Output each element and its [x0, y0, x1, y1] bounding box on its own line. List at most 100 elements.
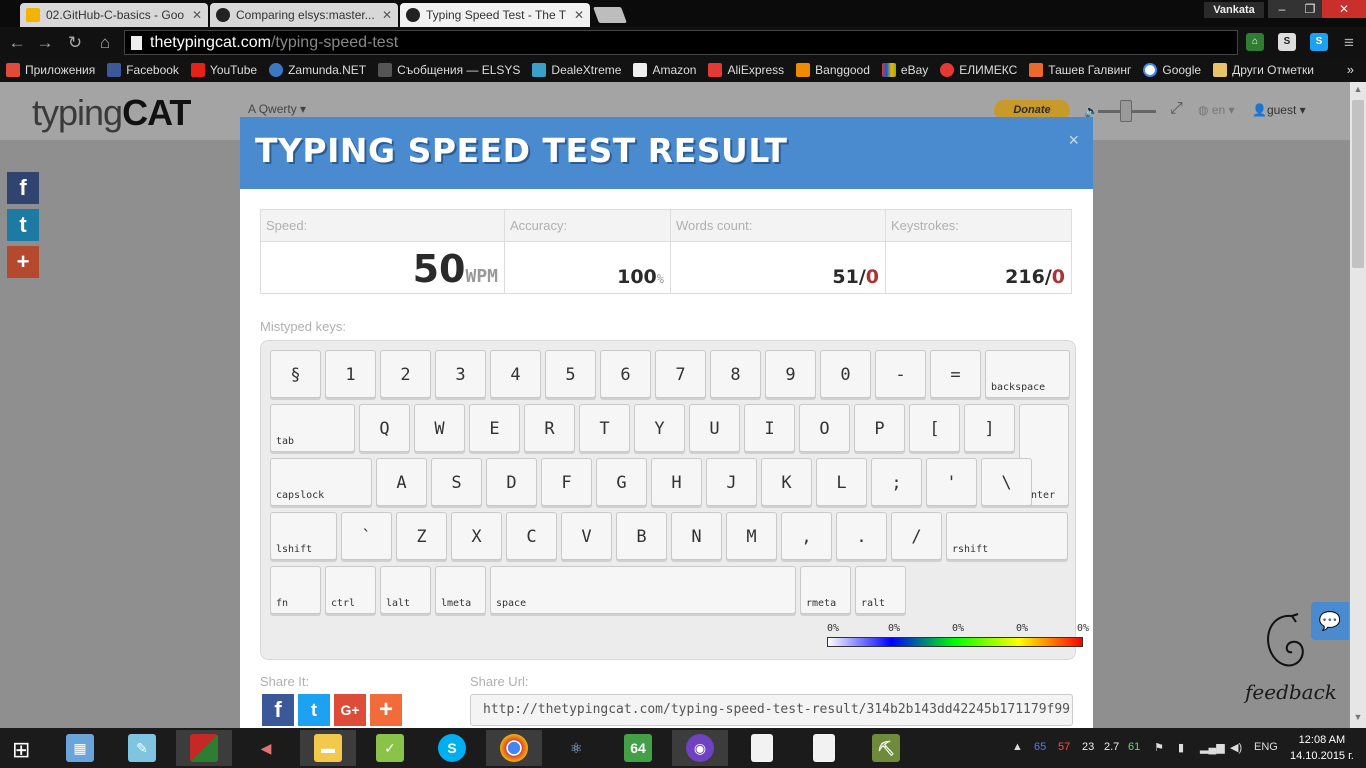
github-desktop-icon[interactable]: ◉ — [672, 730, 728, 766]
chat-icon[interactable]: 💬 — [1311, 602, 1349, 640]
keystrokes-label: Keystrokes: — [886, 210, 1071, 242]
bookmark-label: Google — [1162, 63, 1202, 77]
bookmark-elimex[interactable]: ЕЛИМЕКС — [940, 63, 1017, 77]
tray-expand-icon[interactable]: ▲ — [1012, 741, 1023, 753]
fullscreen-icon[interactable]: ⤢ — [1170, 100, 1183, 118]
volume-icon[interactable]: 🔈 — [1084, 104, 1099, 118]
document-icon[interactable] — [734, 730, 790, 766]
close-tab-icon[interactable]: ✕ — [192, 8, 202, 22]
page-scrollbar[interactable]: ▲ ▼ — [1350, 82, 1366, 728]
reload-icon[interactable]: ↻ — [64, 33, 86, 53]
address-bar[interactable]: thetypingcat.com/typing-speed-test — [124, 30, 1238, 55]
scroll-thumb[interactable] — [1352, 100, 1364, 268]
s-extension-icon[interactable]: S — [1278, 33, 1296, 51]
share-url-field[interactable]: http://thetypingcat.com/typing-speed-tes… — [470, 694, 1073, 726]
add-share-button[interactable]: + — [370, 694, 402, 726]
key-char: E — [469, 404, 520, 452]
more-bookmarks-icon[interactable]: » — [1347, 62, 1354, 77]
bookmark-apps[interactable]: Приложения — [6, 63, 95, 77]
user-dropdown[interactable]: 👤guest ▾ — [1252, 103, 1306, 117]
words-label: Words count: — [671, 210, 885, 242]
feedback-link[interactable]: feedback — [1245, 680, 1337, 704]
aliexpress-icon — [708, 63, 723, 77]
aida64-icon[interactable]: 64 — [610, 730, 666, 766]
speaker-app-icon[interactable]: ◀ — [238, 730, 294, 766]
notes-icon[interactable]: ✎ — [114, 730, 170, 766]
winrar-icon[interactable] — [176, 730, 232, 766]
bookmark-tashev[interactable]: Ташев Галвинг — [1029, 63, 1131, 77]
bookmark-dealextreme[interactable]: DealeXtreme — [532, 63, 621, 77]
browser-tab[interactable]: Comparing elsys:master... ✕ — [210, 3, 398, 27]
share-label: Share It: — [260, 674, 310, 689]
calculator-icon[interactable]: ▦ — [52, 730, 108, 766]
layout-dropdown[interactable]: A Qwerty ▾ — [248, 102, 306, 116]
result-modal: TYPING SPEED TEST RESULT × Speed: 50WPM … — [240, 117, 1093, 728]
speed-unit: WPM — [465, 266, 498, 287]
back-icon[interactable]: ← — [6, 33, 28, 53]
twitter-share-icon[interactable]: t — [7, 209, 39, 241]
bookmark-google[interactable]: Google — [1143, 63, 1201, 77]
battery-icon[interactable]: ▮ — [1178, 741, 1184, 754]
browser-tab-active[interactable]: Typing Speed Test - The T ✕ — [400, 3, 590, 27]
facebook-share-button[interactable]: f — [262, 694, 294, 726]
site-logo[interactable]: typingCAT — [32, 92, 191, 134]
restore-button[interactable]: ❐ — [1296, 0, 1324, 18]
tab-title: Comparing elsys:master... — [236, 8, 375, 22]
bookmark-facebook[interactable]: Facebook — [107, 63, 179, 77]
twitter-share-button[interactable]: t — [298, 694, 330, 726]
volume-slider-knob[interactable] — [1120, 100, 1132, 122]
close-tab-icon[interactable]: ✕ — [382, 8, 392, 22]
minecraft-icon[interactable]: ⛏ — [858, 730, 914, 766]
bookmark-other[interactable]: Други Отметки — [1213, 63, 1314, 77]
home-extension-icon[interactable]: ⌂ — [1246, 33, 1264, 51]
notepad-plus-icon[interactable]: ✓ — [362, 730, 418, 766]
page-icon — [131, 35, 142, 50]
close-window-button[interactable]: ✕ — [1322, 0, 1366, 18]
words-cell: Words count: 51/0 — [671, 210, 886, 293]
forward-icon[interactable]: → — [34, 33, 56, 53]
close-icon[interactable]: × — [1068, 130, 1079, 151]
bookmark-youtube[interactable]: YouTube — [190, 63, 257, 77]
clock[interactable]: 12:08 AM 14.10.2015 г. — [1290, 732, 1354, 764]
key-char: - — [875, 350, 926, 398]
accuracy-cell: Accuracy: 100% — [505, 210, 671, 293]
windows-start-icon[interactable]: ⊞ — [12, 737, 30, 763]
atom-icon[interactable]: ⚛ — [548, 730, 604, 766]
bookmark-ebay[interactable]: eBay — [881, 63, 928, 77]
folder-icon — [1213, 63, 1228, 77]
new-tab-button[interactable] — [593, 7, 627, 23]
document-icon[interactable] — [796, 730, 852, 766]
bookmark-amazon[interactable]: Amazon — [633, 63, 696, 77]
logo-light: typing — [32, 92, 123, 133]
language-dropdown[interactable]: ◍ en ▾ — [1198, 103, 1235, 117]
bookmark-banggood[interactable]: Banggood — [796, 63, 870, 77]
scroll-down-icon[interactable]: ▼ — [1350, 712, 1366, 724]
chrome-icon[interactable] — [486, 730, 542, 766]
skype-icon[interactable]: S — [424, 730, 480, 766]
banggood-icon — [796, 63, 811, 77]
skype-extension-icon[interactable]: S — [1310, 33, 1328, 51]
bookmark-zamunda[interactable]: Zamunda.NET — [269, 63, 366, 77]
language-indicator[interactable]: ENG — [1254, 741, 1278, 753]
file-explorer-icon[interactable]: ▬ — [300, 730, 356, 766]
browser-tab[interactable]: 02.GitHub-C-basics - Goo ✕ — [20, 3, 208, 27]
network-icon[interactable]: ▂▄▆ — [1200, 741, 1225, 754]
keystrokes-errors: 0 — [1051, 266, 1065, 288]
key-char: 6 — [600, 350, 651, 398]
facebook-share-icon[interactable]: f — [7, 172, 39, 204]
key-rmeta: rmeta — [800, 566, 851, 614]
google-plus-share-button[interactable]: G+ — [334, 694, 366, 726]
legend-label: 0% — [1016, 623, 1029, 634]
key-char: V — [561, 512, 612, 560]
flag-icon[interactable]: ⚑ — [1154, 741, 1164, 754]
add-share-icon[interactable]: + — [7, 246, 39, 278]
close-tab-icon[interactable]: ✕ — [574, 8, 584, 22]
home-icon[interactable]: ⌂ — [94, 33, 116, 53]
scroll-up-icon[interactable]: ▲ — [1350, 84, 1366, 96]
menu-icon[interactable]: ≡ — [1338, 33, 1360, 53]
volume-tray-icon[interactable]: ◀) — [1230, 741, 1242, 754]
bookmark-aliexpress[interactable]: AliExpress — [708, 63, 784, 77]
bookmark-elsys[interactable]: Съобщения — ELSYS — [378, 63, 520, 77]
minimize-button[interactable]: – — [1268, 0, 1296, 18]
profile-button[interactable]: Vankata — [1204, 2, 1264, 18]
